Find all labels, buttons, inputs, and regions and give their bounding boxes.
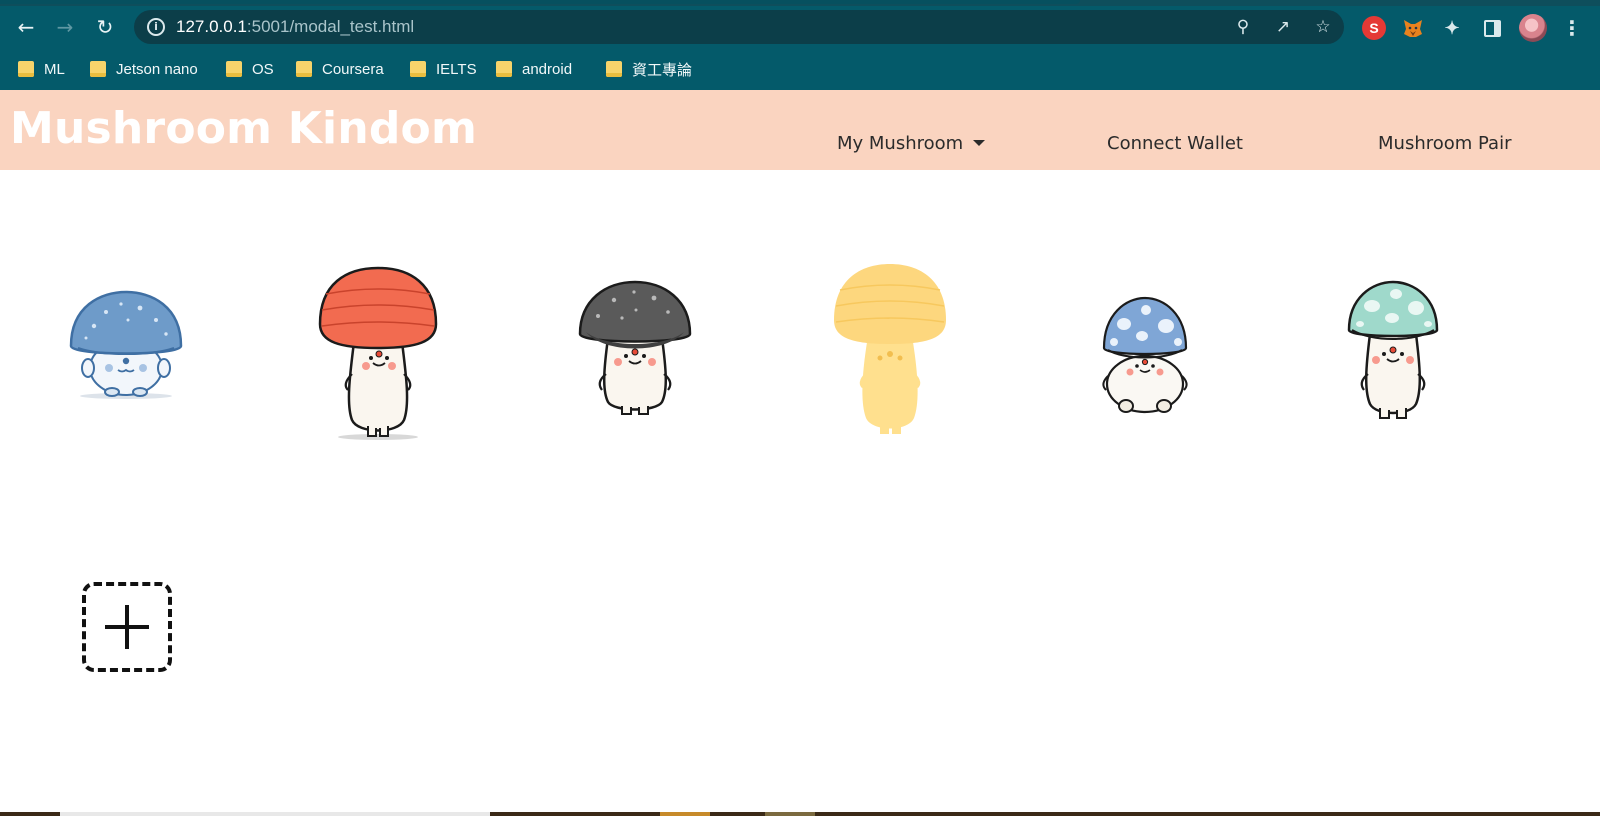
reload-button[interactable]: ↻ — [88, 10, 122, 44]
bookmark-label: ML — [44, 60, 65, 78]
mushroom-red[interactable] — [316, 264, 440, 440]
url-text[interactable]: 127.0.0.1:5001/modal_test.html — [176, 17, 414, 37]
folder-icon — [296, 61, 312, 77]
nav-connect-wallet[interactable]: Connect Wallet — [1107, 133, 1243, 154]
metamask-fox-icon[interactable] — [1401, 16, 1425, 40]
mushroom-gray[interactable] — [576, 278, 694, 418]
site-navbar: Mushroom Kindom My Mushroom Connect Wall… — [0, 90, 1600, 170]
extension-s-label: S — [1369, 20, 1379, 36]
url-path: :5001/modal_test.html — [246, 17, 415, 36]
mushroom-mint-spotted[interactable] — [1346, 280, 1440, 424]
extensions-puzzle-icon[interactable]: ✦ — [1440, 16, 1464, 40]
side-panel-icon[interactable] — [1480, 16, 1504, 40]
bookmark-jetson-nano[interactable]: Jetson nano — [90, 58, 198, 80]
bookmark-os[interactable]: OS — [226, 58, 274, 80]
profile-avatar[interactable] — [1519, 14, 1547, 42]
forward-button[interactable]: → — [48, 10, 82, 44]
bookmark-label: Jetson nano — [116, 60, 198, 78]
folder-icon — [90, 61, 106, 77]
mushroom-blue-white-spotted[interactable] — [1094, 294, 1196, 416]
bookmark-ml[interactable]: ML — [18, 58, 65, 80]
browser-menu-icon[interactable]: ⋮ — [1562, 16, 1582, 40]
zoom-icon[interactable]: ⚲ — [1232, 16, 1254, 38]
share-icon[interactable]: ↗ — [1272, 16, 1294, 38]
bookmark-star-icon[interactable]: ☆ — [1312, 16, 1334, 38]
bookmark-coursera[interactable]: Coursera — [296, 58, 384, 80]
nav-my-mushroom-label: My Mushroom — [837, 133, 964, 154]
site-brand[interactable]: Mushroom Kindom — [10, 103, 477, 154]
bookmark-label: OS — [252, 60, 274, 78]
browser-toolbar: ← → ↻ i 127.0.0.1:5001/modal_test.html ⚲… — [0, 6, 1600, 48]
folder-icon — [18, 61, 34, 77]
mushroom-yellow[interactable] — [832, 262, 948, 438]
address-bar[interactable]: i 127.0.0.1:5001/modal_test.html ⚲ ↗ ☆ — [134, 10, 1344, 44]
bookmarks-bar: ML Jetson nano OS Coursera IELTS android… — [0, 48, 1600, 90]
site-info-icon[interactable]: i — [147, 18, 165, 36]
nav-my-mushroom-dropdown[interactable]: My Mushroom — [837, 133, 986, 154]
active-tab[interactable] — [0, 0, 1080, 4]
folder-icon — [606, 61, 622, 77]
url-host: 127.0.0.1 — [176, 17, 247, 36]
bookmark-label: IELTS — [436, 60, 477, 78]
bookmark-label: android — [522, 60, 573, 78]
desktop-taskbar-edge — [0, 812, 1600, 816]
bookmark-label: 資工專論 — [632, 61, 693, 79]
folder-icon — [496, 61, 512, 77]
extension-s-icon[interactable]: S — [1362, 16, 1386, 40]
bookmark-android[interactable]: android — [496, 58, 572, 80]
folder-icon — [410, 61, 426, 77]
nav-mushroom-pair[interactable]: Mushroom Pair — [1378, 133, 1512, 154]
mushroom-blue-spotted[interactable] — [66, 286, 186, 406]
folder-icon — [226, 61, 242, 77]
bookmark-ielts[interactable]: IELTS — [410, 58, 477, 80]
back-button[interactable]: ← — [9, 10, 43, 44]
add-mushroom-button[interactable] — [82, 582, 172, 672]
bookmark-course-project[interactable]: 資工專論 — [606, 58, 692, 80]
page-content: Mushroom Kindom My Mushroom Connect Wall… — [0, 90, 1600, 816]
bookmark-label: Coursera — [322, 60, 384, 78]
caret-down-icon — [973, 140, 986, 146]
